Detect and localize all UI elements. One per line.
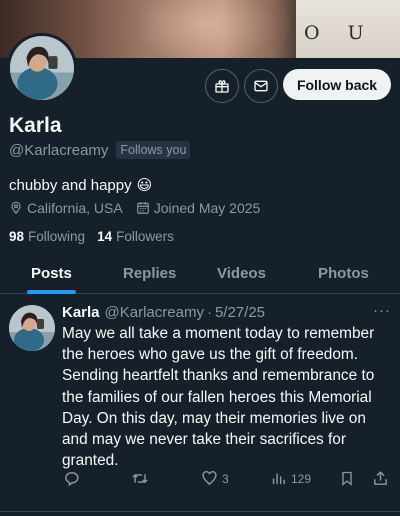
follow-back-button[interactable]: Follow back <box>283 69 391 100</box>
share-button[interactable] <box>372 470 389 487</box>
banner-paper-text: O U <box>304 22 375 44</box>
profile-handle: @Karlacreamy <box>9 141 109 159</box>
tweet-line: Day. On this day, may their memories liv… <box>62 409 366 427</box>
handle-row: @Karlacreamy Follows you <box>9 141 191 159</box>
gift-button[interactable] <box>205 69 239 103</box>
location-text: California, USA <box>27 200 123 216</box>
tweet-date[interactable]: 5/27/25 <box>215 304 265 321</box>
bookmark-button[interactable] <box>339 470 355 487</box>
like-count: 3 <box>222 471 229 486</box>
repost-icon <box>132 473 148 484</box>
gift-icon <box>215 80 229 93</box>
joined-text: Joined May 2025 <box>153 200 261 216</box>
views-button[interactable]: 129 <box>270 470 311 487</box>
followers-link[interactable]: 14 Followers <box>97 229 174 244</box>
bookmark-icon <box>342 471 352 486</box>
tweet-separator: · <box>206 304 212 321</box>
active-tab-indicator <box>27 290 76 294</box>
view-count: 129 <box>291 471 312 486</box>
message-button[interactable] <box>244 69 278 103</box>
profile-bio: chubby and happy 😃 <box>9 176 153 195</box>
bio-text: chubby and happy <box>9 176 132 194</box>
followers-label: Followers <box>116 229 174 244</box>
tweet-line: May we all take a moment today to rememb… <box>62 325 375 342</box>
profile-avatar[interactable] <box>7 33 77 103</box>
map-pin-icon <box>11 201 21 215</box>
following-count: 98 <box>9 229 25 244</box>
following-link[interactable]: 98 Following <box>9 229 85 244</box>
banner-face-shade <box>120 0 290 58</box>
tweet-author[interactable]: Karla <box>62 304 100 321</box>
tweet-line: granted. <box>62 452 119 470</box>
analytics-icon <box>272 473 285 485</box>
heart-icon <box>202 471 217 486</box>
like-button[interactable]: 3 <box>201 470 229 487</box>
follow-stats: 98 Following 14 Followers <box>9 229 174 244</box>
more-options-button[interactable]: ··· <box>373 302 391 319</box>
profile-tabs: Posts Replies Videos Photos <box>0 254 400 294</box>
tab-replies[interactable]: Replies <box>123 265 176 282</box>
tab-posts[interactable]: Posts <box>31 265 72 282</box>
tweet-line: Sending heartfelt thanks and remembrance… <box>62 367 375 385</box>
envelope-icon <box>254 80 268 92</box>
joined-item: Joined May 2025 <box>136 200 261 216</box>
profile-meta: California, USA Joined May 2025 <box>9 200 260 216</box>
follows-you-badge: Follows you <box>116 141 191 159</box>
location-item: California, USA <box>9 200 123 216</box>
tweet-actions: 3 129 <box>0 470 400 490</box>
tweet-header: Karla @Karlacreamy · 5/27/25 <box>62 304 265 321</box>
share-icon <box>374 471 387 485</box>
tweet-handle[interactable]: @Karlacreamy <box>105 304 204 321</box>
tab-videos[interactable]: Videos <box>217 265 266 282</box>
tweet-divider <box>0 511 400 512</box>
followers-count: 14 <box>97 229 113 244</box>
bio-emoji: 😃 <box>136 177 153 194</box>
profile-name: Karla <box>9 114 62 137</box>
reply-button[interactable] <box>63 470 80 487</box>
following-label: Following <box>28 229 86 244</box>
repost-button[interactable] <box>131 470 149 487</box>
tweet-avatar[interactable] <box>9 305 55 351</box>
tweet-text: May we all take a moment today to rememb… <box>62 323 396 471</box>
tweet-line: the families of our fallen heroes this M… <box>62 388 372 406</box>
calendar-icon <box>136 202 149 214</box>
tweet-line: and may we never take their sacrifices f… <box>62 431 346 449</box>
reply-icon <box>65 472 79 487</box>
tweet-line: the heroes who gave us the gift of freed… <box>62 346 359 364</box>
tab-photos[interactable]: Photos <box>318 265 369 282</box>
